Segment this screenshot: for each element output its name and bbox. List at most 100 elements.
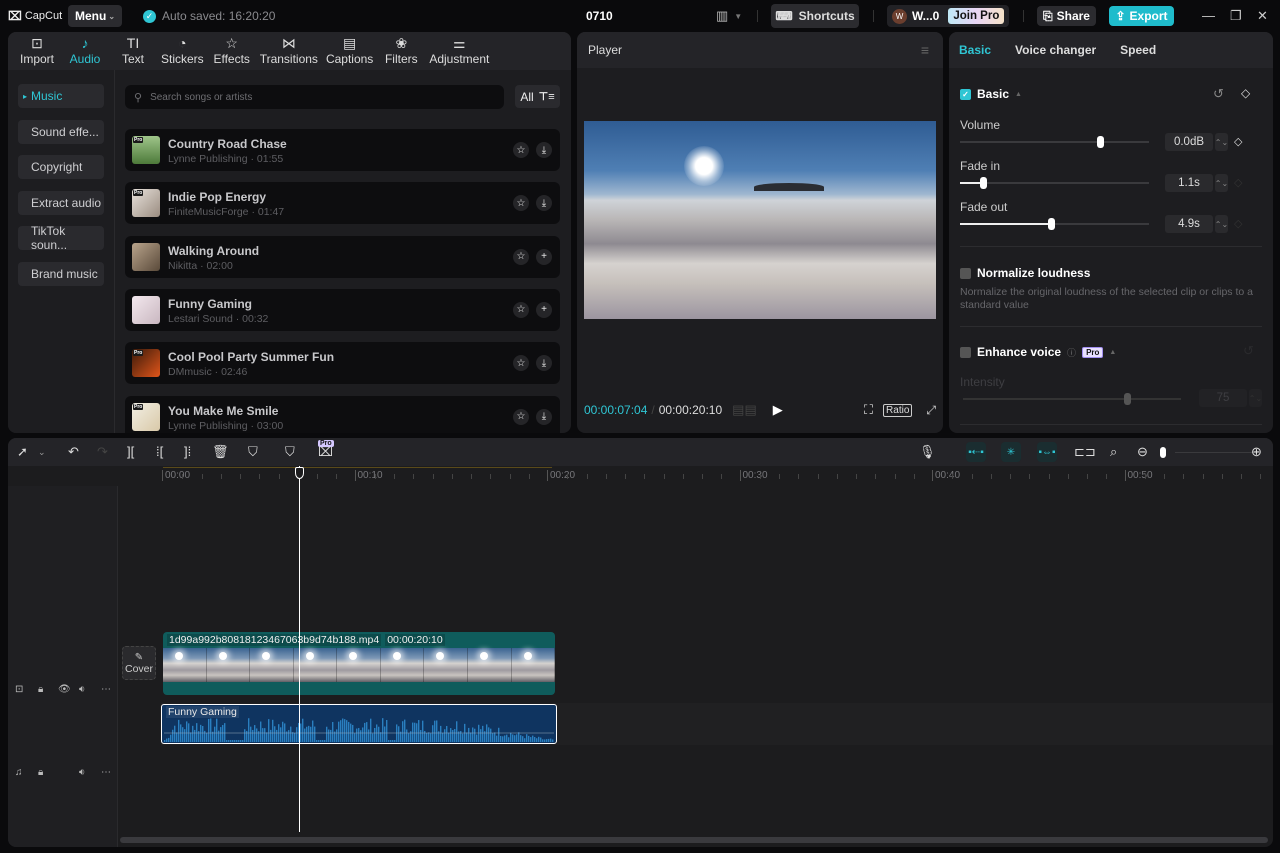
zoom-slider-knob[interactable] [1160, 447, 1166, 458]
add-icon[interactable]: + [536, 248, 552, 265]
category-music[interactable]: Music [18, 84, 104, 108]
fade-in-slider[interactable] [960, 177, 1149, 189]
ai-shield-icon[interactable]: ⛉ [248, 444, 258, 460]
favorite-star-icon[interactable]: ☆ [513, 195, 529, 212]
normalize-checkbox[interactable] [960, 267, 971, 279]
eye-icon[interactable]: 👁︎ [58, 684, 71, 695]
enhance-voice-checkbox[interactable] [960, 346, 971, 358]
shortcuts-button[interactable]: ⌨ Shortcuts [771, 4, 859, 28]
category-extract-audio[interactable]: Extract audio [18, 190, 104, 215]
song-item[interactable]: Pro Cool Pool Party Summer Fun DMmusic ·… [125, 342, 560, 385]
favorite-star-icon[interactable]: ☆ [513, 142, 529, 158]
microphone-icon[interactable]: 🎙︎ [919, 444, 936, 460]
lock-icon[interactable]: 🔒︎ [38, 684, 43, 695]
volume-stepper[interactable]: ⌃⌄ [1215, 133, 1228, 151]
basic-section-header[interactable]: ✓ Basic ▲ [960, 87, 1022, 101]
song-item[interactable]: Walking Around Nikitta · 02:00 ☆ + [125, 235, 560, 278]
fade-out-slider[interactable] [960, 218, 1149, 230]
tab-filters[interactable]: ❀ Filters [377, 32, 425, 70]
tab-effects[interactable]: ☆ Effects [208, 32, 256, 70]
tab-transitions[interactable]: ⋈ Transitions [256, 32, 322, 70]
tab-speed[interactable]: Speed [1120, 43, 1156, 57]
favorite-star-icon[interactable]: ☆ [513, 355, 529, 372]
search-input[interactable] [150, 91, 451, 103]
playhead-line[interactable] [299, 466, 300, 832]
play-icon[interactable]: ▶ [773, 402, 783, 418]
user-account[interactable]: W W...0 Join Pro [887, 5, 1009, 27]
layout-button[interactable]: ▥ ▼ [716, 8, 742, 24]
close-icon[interactable]: ✕ [1257, 8, 1268, 24]
auto-snap-button[interactable]: ✳ [1001, 442, 1021, 462]
volume-keyframe-icon[interactable]: ◇ [1234, 135, 1242, 148]
favorite-star-icon[interactable]: ☆ [513, 248, 529, 265]
volume-slider[interactable] [960, 136, 1149, 148]
chevron-down-icon[interactable]: ⌄ [38, 447, 46, 458]
split-preview-icon[interactable]: ⊏⊐ [1074, 444, 1096, 460]
minimize-icon[interactable]: — [1202, 8, 1215, 23]
cover-button[interactable]: ✎ Cover [122, 646, 156, 680]
tab-import[interactable]: ⊡ Import [13, 32, 61, 70]
tab-basic[interactable]: Basic [959, 43, 991, 57]
ratio-button[interactable]: Ratio [883, 403, 913, 417]
video-preview[interactable] [584, 121, 936, 319]
favorite-star-icon[interactable]: ☆ [513, 408, 529, 425]
playhead-handle[interactable] [295, 467, 304, 479]
project-title[interactable]: 0710 [586, 9, 613, 23]
zoom-out-icon[interactable]: ⊖ [1137, 444, 1148, 460]
keyframe-icon[interactable]: ◇ [1241, 86, 1250, 100]
horizontal-scrollbar[interactable] [120, 837, 1268, 843]
fade-out-stepper[interactable]: ⌃⌄ [1215, 215, 1228, 233]
lock-icon[interactable]: 🔒︎ [38, 767, 43, 778]
hamburger-menu-icon[interactable]: ≡ [921, 42, 929, 58]
split-icon[interactable]: ][ [127, 444, 134, 459]
join-pro-button[interactable]: Join Pro [948, 8, 1005, 24]
song-search[interactable]: ⚲ [125, 85, 504, 109]
zoom-fit-icon[interactable]: ⛶ [864, 402, 873, 418]
fade-in-slider-knob[interactable] [979, 177, 987, 189]
tab-adjustment[interactable]: ⚌ Adjustment [425, 32, 493, 70]
tab-voice-changer[interactable]: Voice changer [1015, 43, 1096, 57]
tab-audio[interactable]: ♪ Audio [61, 32, 109, 70]
basic-checkbox[interactable]: ✓ [960, 88, 971, 100]
preview-axis-icon[interactable]: ⌕ [1110, 444, 1117, 460]
fade-out-value-input[interactable]: 4.9s [1165, 215, 1213, 233]
song-item[interactable]: Funny Gaming Lestari Sound · 00:32 ☆ + [125, 288, 560, 331]
fade-in-stepper[interactable]: ⌃⌄ [1215, 174, 1228, 192]
download-icon[interactable]: ⤓ [536, 195, 552, 212]
undo-icon[interactable]: ↶ [68, 444, 79, 460]
menu-button[interactable]: Menu ⌄ [68, 5, 122, 27]
download-icon[interactable]: ⤓ [536, 142, 552, 158]
download-icon[interactable]: ⤓ [536, 408, 552, 425]
fade-out-slider-knob[interactable] [1047, 218, 1055, 230]
volume-value-input[interactable]: 0.0dB [1165, 133, 1213, 151]
volume-icon[interactable]: 🔉︎ [79, 684, 85, 695]
volume-icon[interactable]: 🔉︎ [79, 767, 85, 778]
shield-icon[interactable]: ⛉ [285, 444, 295, 460]
song-item[interactable]: Pro You Make Me Smile Lynne Publishing ·… [125, 395, 560, 433]
help-icon[interactable]: ⓘ [1067, 346, 1076, 359]
filter-button[interactable]: All ⊤≡ [515, 85, 560, 108]
video-clip[interactable]: 1d99a992b80818123467063b9d74b188.mp4 00:… [163, 632, 555, 695]
reset-icon[interactable]: ↺ [1213, 86, 1224, 102]
category-sound-effe[interactable]: Sound effe... [18, 119, 104, 144]
export-button[interactable]: ⇪ Export [1109, 6, 1174, 26]
favorite-star-icon[interactable]: ☆ [513, 301, 529, 318]
song-item[interactable]: Pro Country Road Chase Lynne Publishing … [125, 129, 560, 171]
tab-stickers[interactable]: ◔ Stickers [157, 32, 208, 70]
zoom-slider[interactable] [1175, 452, 1255, 453]
tab-captions[interactable]: ▤ Captions [322, 32, 377, 70]
trim-left-icon[interactable]: ⁞[ [156, 444, 163, 459]
volume-slider-knob[interactable] [1096, 136, 1104, 148]
linkage-button[interactable]: ▪⇔▪ [1037, 442, 1057, 462]
song-item[interactable]: Pro Indie Pop Energy FiniteMusicForge · … [125, 182, 560, 225]
select-tool-icon[interactable]: ➚ [17, 444, 28, 460]
time-ruler[interactable]: 00:00 00:10 00:20 00:30 00:40 00:50 [8, 466, 1273, 486]
more-icon[interactable]: ⋯ [101, 684, 111, 695]
tab-text[interactable]: TI Text [109, 32, 157, 70]
category-brand-music[interactable]: Brand music [18, 261, 104, 286]
enhance-voice-section-header[interactable]: Enhance voice ⓘ Pro ▲ [960, 345, 1116, 359]
fullscreen-icon[interactable]: ⤢ [926, 403, 936, 418]
trim-right-icon[interactable]: ]⁞ [184, 444, 191, 459]
normalize-section-header[interactable]: Normalize loudness [960, 266, 1090, 280]
download-icon[interactable]: ⤓ [536, 355, 552, 372]
